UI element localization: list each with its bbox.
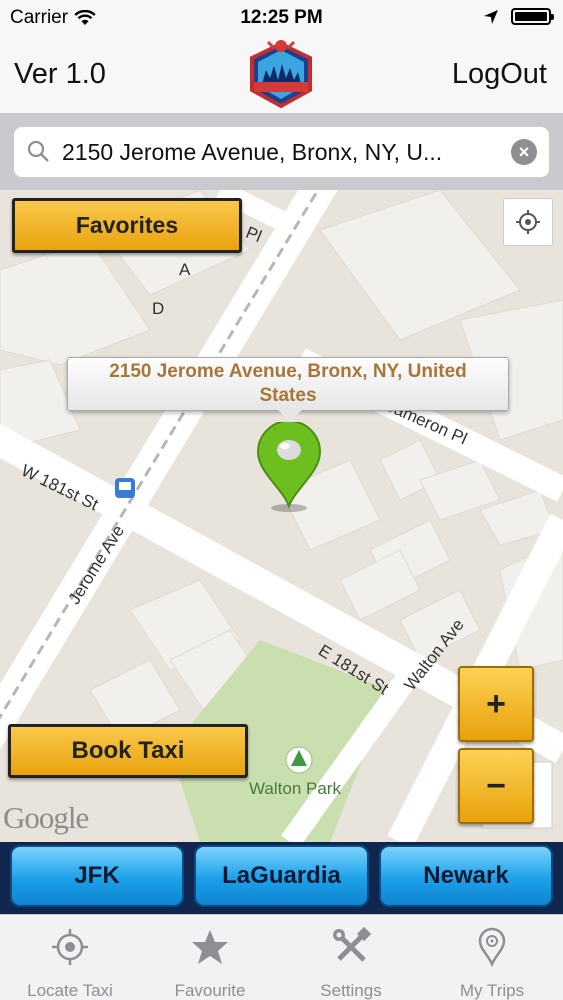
crosshair-icon bbox=[516, 210, 540, 234]
star-icon bbox=[192, 930, 228, 964]
tab-label: Settings bbox=[320, 981, 382, 1000]
map-label-walton-park: Walton Park bbox=[249, 779, 341, 798]
callout-line2: States bbox=[259, 385, 317, 406]
tools-icon bbox=[333, 927, 371, 962]
tab-settings[interactable]: Settings bbox=[281, 915, 421, 1000]
locate-me-button[interactable] bbox=[503, 198, 553, 246]
clear-icon[interactable]: × bbox=[511, 139, 537, 165]
search-bar: 2150 Jerome Avenue, Bronx, NY, U... × bbox=[0, 114, 563, 190]
zoom-in-button[interactable]: + bbox=[458, 666, 534, 742]
airport-laguardia-button[interactable]: LaGuardia bbox=[194, 845, 369, 907]
search-field[interactable]: 2150 Jerome Avenue, Bronx, NY, U... × bbox=[14, 127, 549, 177]
airport-jfk-button[interactable]: JFK bbox=[10, 845, 184, 907]
book-taxi-button[interactable]: Book Taxi bbox=[8, 724, 248, 778]
crosshair-icon bbox=[52, 929, 88, 965]
map-view[interactable]: A D Pl Cameron Pl W 181st St Jerome Ave … bbox=[0, 190, 563, 842]
airport-bar: JFK LaGuardia Newark bbox=[0, 842, 563, 914]
location-pin-icon[interactable] bbox=[252, 422, 326, 514]
search-input[interactable]: 2150 Jerome Avenue, Bronx, NY, U... bbox=[62, 139, 501, 166]
tab-label: Locate Taxi bbox=[27, 981, 113, 1000]
map-attribution: Google bbox=[3, 800, 89, 835]
status-bar: Carrier 12:25 PM bbox=[0, 0, 563, 36]
version-label: Ver 1.0 bbox=[14, 58, 106, 90]
tab-my-trips[interactable]: My Trips bbox=[422, 915, 562, 1000]
search-icon bbox=[27, 140, 49, 162]
nav-bar: Ver 1.0 LogOut bbox=[0, 36, 563, 114]
zoom-out-button[interactable]: − bbox=[458, 748, 534, 824]
tab-favourite[interactable]: Favourite bbox=[140, 915, 280, 1000]
tab-bar: Locate Taxi Favourite Settings My Trips bbox=[0, 914, 563, 1000]
airport-newark-button[interactable]: Newark bbox=[379, 845, 553, 907]
tab-locate-taxi[interactable]: Locate Taxi bbox=[0, 915, 140, 1000]
pin-icon bbox=[478, 927, 506, 967]
tab-label: My Trips bbox=[459, 981, 525, 1000]
location-arrow-icon bbox=[484, 9, 498, 24]
callout-line1: 2150 Jerome Avenue, Bronx, NY, United bbox=[109, 361, 467, 382]
battery-icon bbox=[511, 8, 554, 25]
logout-button[interactable]: LogOut bbox=[452, 58, 547, 91]
status-right bbox=[483, 8, 554, 25]
address-callout[interactable]: 2150 Jerome Avenue, Bronx, NY, United St… bbox=[67, 357, 509, 422]
map-label-a: A bbox=[179, 260, 191, 279]
clock: 12:25 PM bbox=[240, 7, 323, 28]
tab-label: Favourite bbox=[174, 981, 246, 1000]
map-label-d: D bbox=[152, 299, 165, 318]
app-logo-icon bbox=[250, 40, 312, 109]
favorites-button[interactable]: Favorites bbox=[12, 198, 242, 253]
